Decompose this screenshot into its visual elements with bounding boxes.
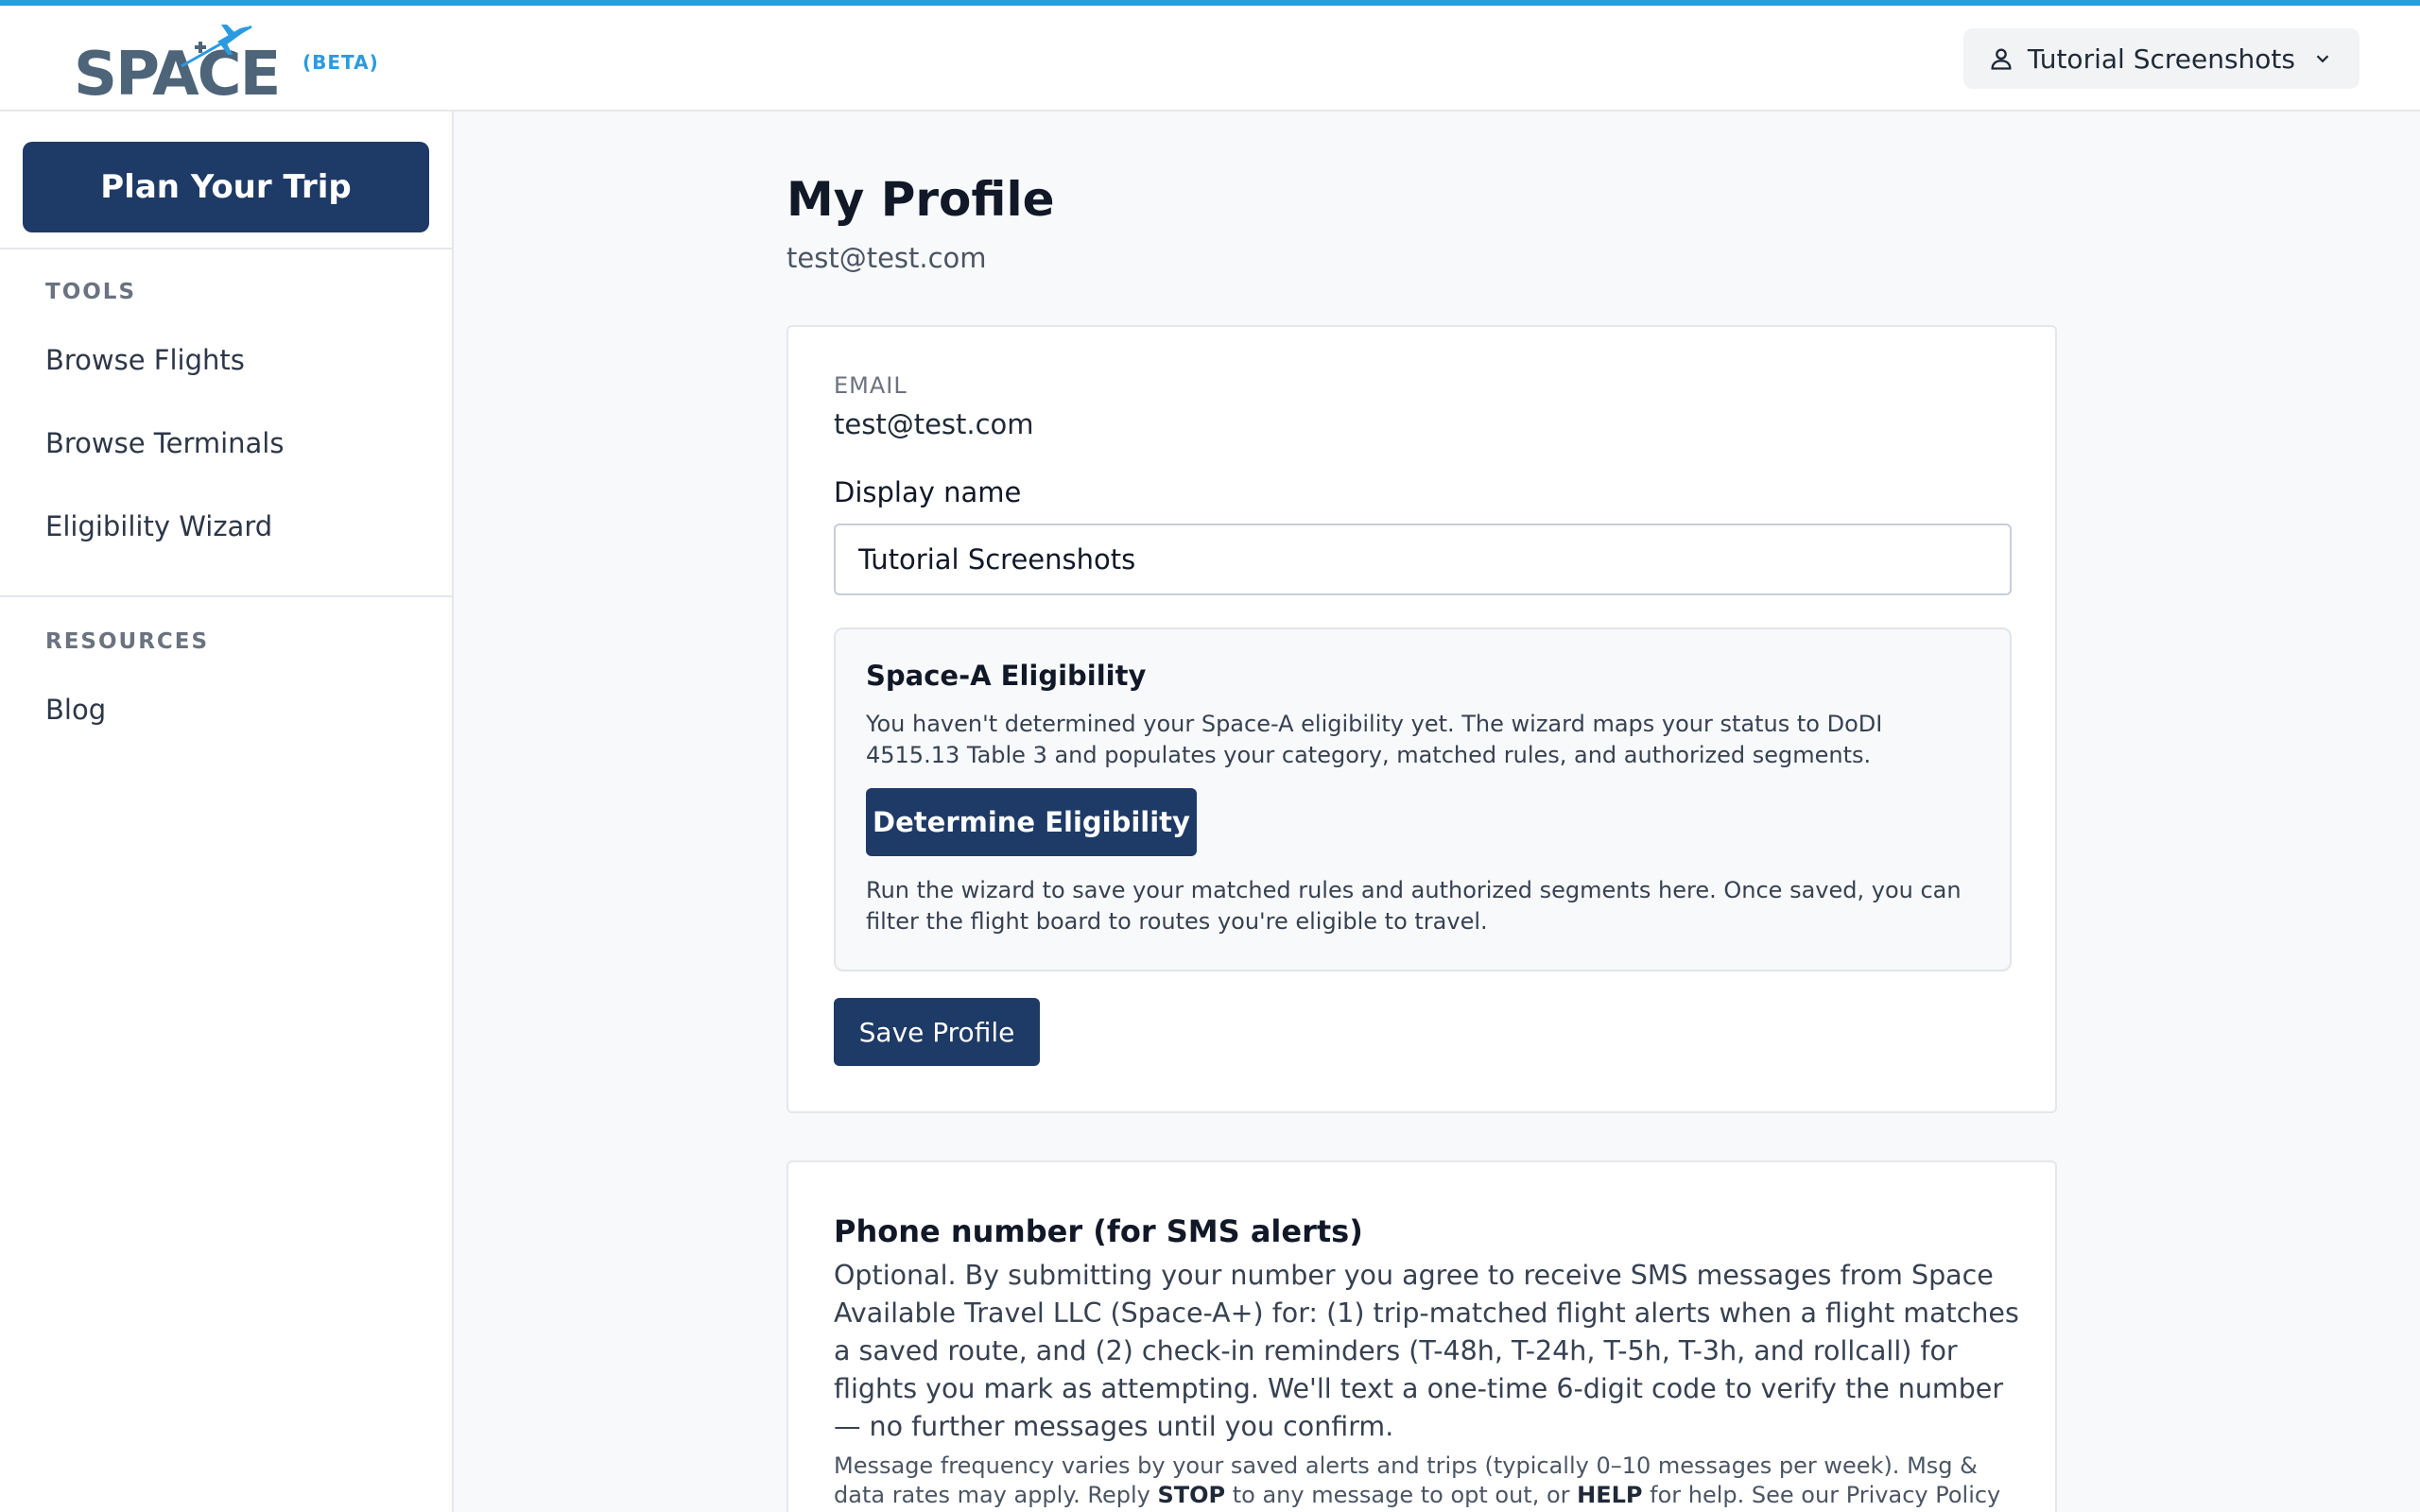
page-subtitle-email: test@test.com xyxy=(786,242,987,274)
eligibility-panel: Space-A Eligibility You haven't determin… xyxy=(834,627,2012,971)
app-header: SPACE (BETA) Tutorial Screenshots xyxy=(0,6,2420,112)
phone-card: Phone number (for SMS alerts) Optional. … xyxy=(786,1160,2057,1512)
sidebar-section-tools: TOOLS xyxy=(45,280,137,304)
sidebar-divider xyxy=(0,248,454,249)
user-icon xyxy=(1991,48,2012,70)
main-content: My Profile test@test.com EMAIL test@test… xyxy=(454,112,2420,1512)
eligibility-note: Run the wizard to save your matched rule… xyxy=(866,877,1962,935)
stop-keyword: STOP xyxy=(1157,1482,1226,1508)
page-title: My Profile xyxy=(786,172,1055,227)
user-menu-button[interactable]: Tutorial Screenshots xyxy=(1962,28,2360,89)
phone-section-title: Phone number (for SMS alerts) xyxy=(834,1213,1363,1249)
sidebar: Plan Your Trip TOOLS Browse Flights Brow… xyxy=(0,112,454,1512)
eligibility-description: You haven't determined your Space-A elig… xyxy=(866,711,1883,768)
sidebar-item-blog[interactable]: Blog xyxy=(45,694,106,726)
sidebar-item-eligibility-wizard[interactable]: Eligibility Wizard xyxy=(45,510,272,542)
chevron-down-icon xyxy=(2316,55,2329,63)
beta-badge: (BETA) xyxy=(302,51,379,74)
email-value: test@test.com xyxy=(834,408,1034,440)
sidebar-item-browse-flights[interactable]: Browse Flights xyxy=(45,344,245,376)
profile-card: EMAIL test@test.com Display name Space-A… xyxy=(786,325,2057,1113)
display-name-input[interactable] xyxy=(834,524,2012,595)
phone-description: Optional. By submitting your number you … xyxy=(834,1260,2019,1442)
help-keyword: HELP xyxy=(1577,1482,1643,1508)
app-logo[interactable]: SPACE (BETA) xyxy=(74,19,379,110)
eligibility-title: Space-A Eligibility xyxy=(866,660,1147,692)
user-menu-label: Tutorial Screenshots xyxy=(2027,43,2295,75)
sidebar-divider xyxy=(0,595,454,597)
sidebar-section-resources: RESOURCES xyxy=(45,629,210,654)
airplane-icon xyxy=(181,25,252,68)
phone-fine-print: Message frequency varies by your saved a… xyxy=(834,1452,2025,1512)
sidebar-item-browse-terminals[interactable]: Browse Terminals xyxy=(45,427,284,459)
display-name-label: Display name xyxy=(834,476,1022,508)
fine-print-text: to any message to opt out, or xyxy=(1225,1482,1578,1508)
determine-eligibility-button[interactable]: Determine Eligibility xyxy=(866,788,1197,856)
save-profile-button[interactable]: Save Profile xyxy=(834,998,1040,1066)
plan-your-trip-button[interactable]: Plan Your Trip xyxy=(23,142,429,232)
email-label: EMAIL xyxy=(834,372,908,399)
